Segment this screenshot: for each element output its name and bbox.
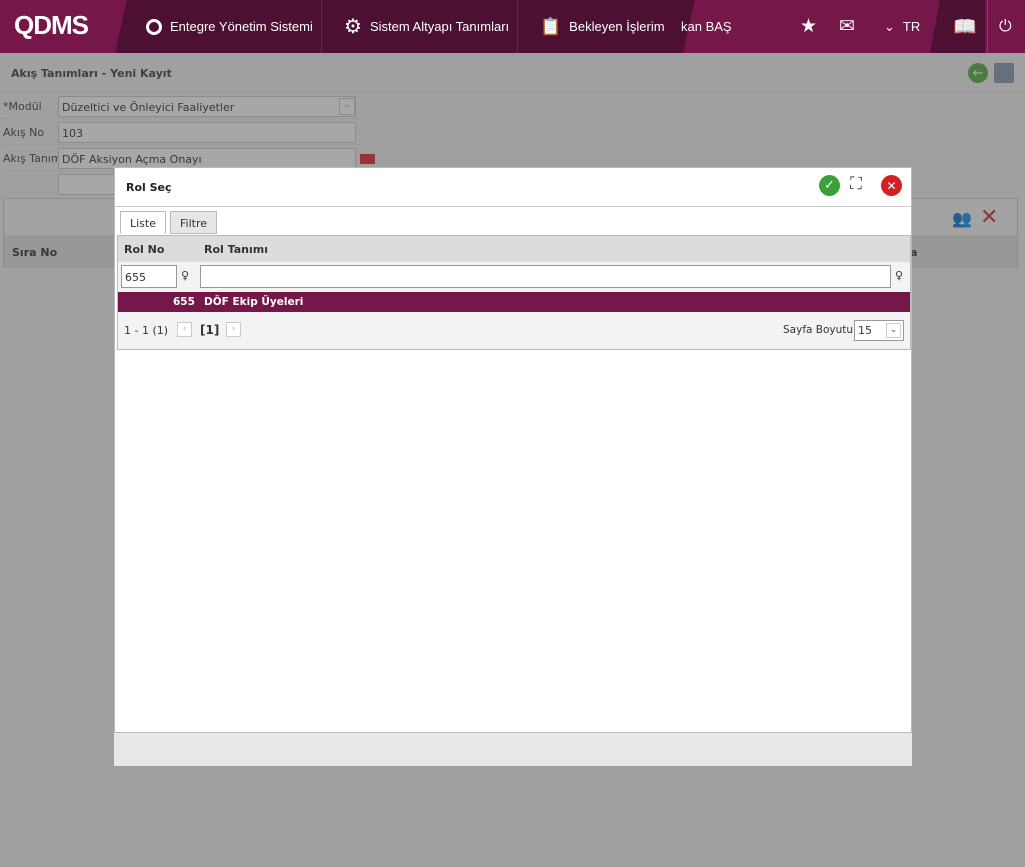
- tab-filtre[interactable]: Filtre: [170, 211, 218, 234]
- dialog-title: Rol Seç: [126, 181, 172, 194]
- nav-label: Bekleyen İşlerim: [569, 19, 665, 34]
- star-icon[interactable]: ★: [800, 0, 817, 53]
- prev-page-button[interactable]: ‹: [177, 322, 192, 337]
- binoculars-icon[interactable]: ⛶: [850, 174, 862, 194]
- chevron-down-icon: ⌄: [886, 323, 901, 338]
- divider: [517, 0, 518, 53]
- power-icon[interactable]: ⏻: [999, 0, 1012, 53]
- divider: [321, 0, 322, 53]
- rol-tanimi-filter-input[interactable]: [200, 265, 891, 288]
- grid-header: Rol No Rol Tanımı: [118, 236, 910, 262]
- dialog-body: Rol Seç ✓ ⛶ ✕ Liste Filtre Rol No Rol Ta…: [114, 167, 912, 733]
- rol-grid: Rol No Rol Tanımı 655 ♀ ♀ 655 DÖF Ekip Ü…: [117, 235, 911, 350]
- clipboard-icon: 📋: [540, 16, 562, 36]
- gear-icon: ⚙: [344, 16, 362, 38]
- table-row[interactable]: 655 DÖF Ekip Üyeleri: [118, 292, 910, 312]
- check-icon[interactable]: ✓: [819, 175, 840, 196]
- cell-rol-tanimi: DÖF Ekip Üyeleri: [204, 296, 304, 308]
- pager-range: 1 - 1 (1): [124, 324, 169, 337]
- nav-label: Sistem Altyapı Tanımları: [369, 19, 510, 34]
- lang-label: TR: [902, 19, 921, 34]
- divider: [115, 206, 911, 207]
- manual-icon[interactable]: 📖: [953, 0, 977, 53]
- col-rol-no[interactable]: Rol No: [124, 243, 164, 256]
- nav-bekleyen[interactable]: 📋 Bekleyen İşlerim: [540, 0, 665, 53]
- page-size-label: Sayfa Boyutu:: [783, 324, 857, 336]
- tab-liste[interactable]: Liste: [120, 211, 166, 234]
- page-size-value: 15: [858, 324, 872, 337]
- nav-label: Entegre Yönetim Sistemi: [170, 19, 313, 34]
- pager-current[interactable]: [1]: [200, 323, 219, 337]
- logo: QDMS: [14, 10, 89, 40]
- filter-icon[interactable]: ♀: [181, 269, 189, 282]
- user-name[interactable]: kan BAŞ: [681, 0, 732, 53]
- page-size-select[interactable]: 15 ⌄: [854, 320, 904, 341]
- divider: [987, 0, 988, 53]
- top-nav: QDMS Entegre Yönetim Sistemi ⚙ Sistem Alt…: [0, 0, 1025, 53]
- close-icon[interactable]: ✕: [881, 175, 902, 196]
- filter-icon[interactable]: ♀: [895, 269, 903, 282]
- rol-no-filter-input[interactable]: 655: [121, 265, 177, 288]
- col-rol-tanimi[interactable]: Rol Tanımı: [204, 243, 268, 256]
- language-select[interactable]: ⌄ TR: [884, 0, 920, 53]
- next-page-button[interactable]: ›: [226, 322, 241, 337]
- mail-icon[interactable]: ✉: [839, 0, 855, 53]
- chevron-down-icon: ⌄: [884, 18, 895, 34]
- q-icon: [146, 18, 162, 35]
- nav-sistem[interactable]: ⚙ Sistem Altyapı Tanımları: [344, 0, 509, 53]
- nav-entegre[interactable]: Entegre Yönetim Sistemi: [146, 0, 313, 53]
- rol-sec-dialog: Rol Seç ✓ ⛶ ✕ Liste Filtre Rol No Rol Ta…: [114, 167, 912, 766]
- cell-rol-no: 655: [173, 296, 195, 308]
